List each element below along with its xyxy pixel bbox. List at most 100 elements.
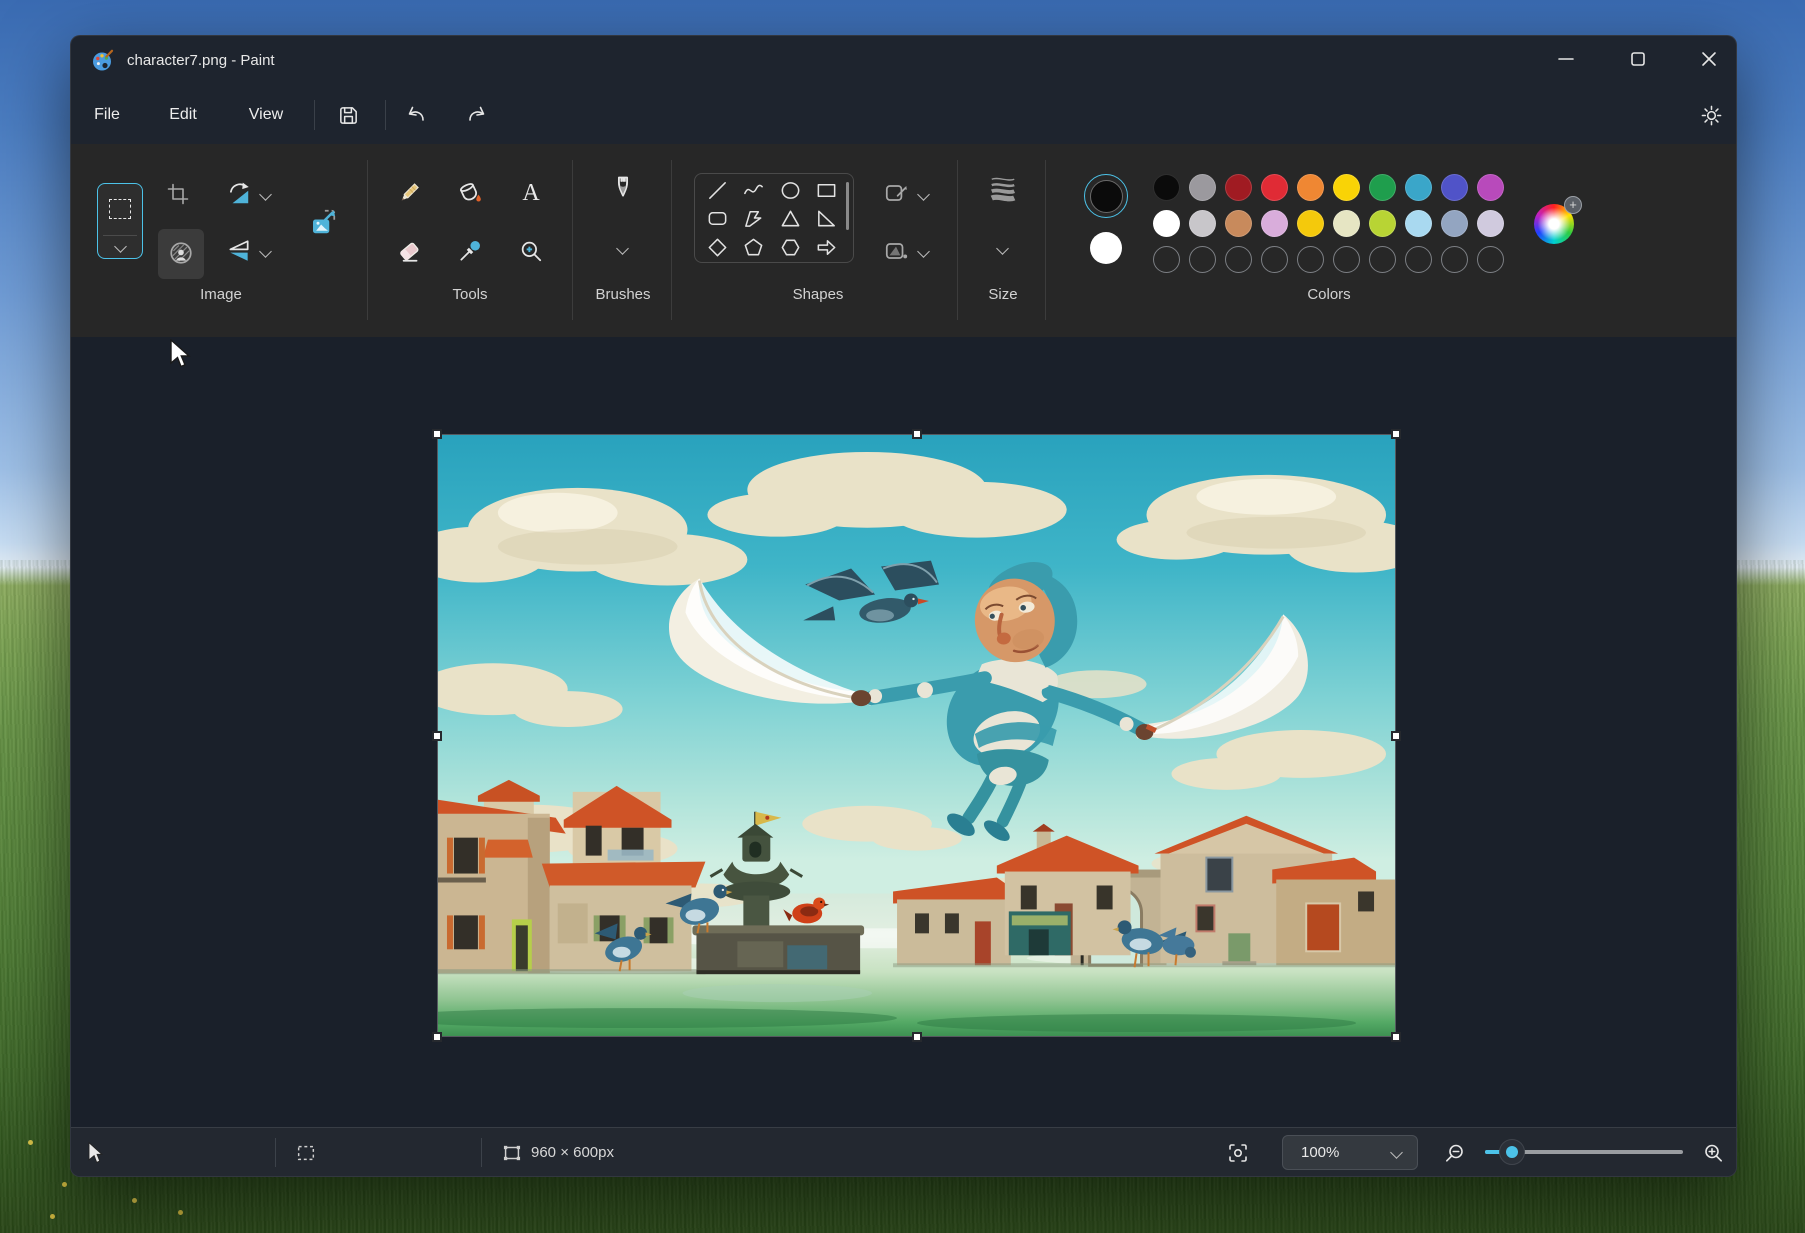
- pencil-icon[interactable]: [389, 173, 429, 213]
- shape-line[interactable]: [699, 176, 736, 205]
- shape-curve[interactable]: [736, 176, 773, 205]
- save-icon[interactable]: [330, 97, 366, 133]
- shape-pentagon[interactable]: [736, 233, 773, 262]
- undo-icon[interactable]: [398, 97, 434, 133]
- custom-color-slot[interactable]: [1297, 246, 1324, 273]
- chevron-down-icon[interactable]: [114, 240, 127, 253]
- shape-hexagon[interactable]: [772, 233, 809, 262]
- shape-oval[interactable]: [772, 176, 809, 205]
- chevron-down-icon[interactable]: [259, 188, 272, 201]
- custom-color-slot[interactable]: [1333, 246, 1360, 273]
- close-button[interactable]: [1686, 40, 1732, 78]
- color2-button[interactable]: [1090, 232, 1122, 264]
- zoom-slider-thumb[interactable]: [1499, 1139, 1525, 1165]
- chevron-down-icon[interactable]: [917, 245, 930, 258]
- color-swatch[interactable]: [1297, 210, 1324, 237]
- color1-button[interactable]: [1084, 174, 1128, 218]
- gear-icon[interactable]: [1693, 97, 1729, 133]
- color-swatch[interactable]: [1189, 210, 1216, 237]
- shape-outline-icon[interactable]: [876, 173, 916, 213]
- color-swatch[interactable]: [1261, 174, 1288, 201]
- magnifier-plus-icon[interactable]: [1701, 1128, 1725, 1177]
- selection-handle-middle-right[interactable]: [1391, 731, 1401, 741]
- color-swatch[interactable]: [1369, 174, 1396, 201]
- divider: [275, 1138, 276, 1167]
- selection-handle-middle-left[interactable]: [432, 731, 442, 741]
- shape-diamond[interactable]: [699, 233, 736, 262]
- fill-bucket-icon[interactable]: [450, 173, 490, 213]
- chevron-down-icon[interactable]: [616, 242, 629, 255]
- zoom-dropdown[interactable]: 100%: [1282, 1135, 1418, 1170]
- custom-color-slot[interactable]: [1189, 246, 1216, 273]
- selection-handle-bottom-center[interactable]: [912, 1032, 922, 1042]
- color-swatch[interactable]: [1153, 210, 1180, 237]
- custom-color-slot[interactable]: [1225, 246, 1252, 273]
- paint-palette-icon: [91, 49, 115, 73]
- menu-view[interactable]: View: [235, 100, 297, 130]
- color-swatch[interactable]: [1153, 174, 1180, 201]
- selection-handle-top-center[interactable]: [912, 429, 922, 439]
- shape-arrow-right[interactable]: [809, 233, 846, 262]
- redo-icon[interactable]: [459, 97, 495, 133]
- selection-handle-top-right[interactable]: [1391, 429, 1401, 439]
- selection-tool-button[interactable]: [97, 183, 143, 259]
- magnifier-icon[interactable]: [511, 231, 551, 271]
- canvas-image[interactable]: [437, 434, 1396, 1037]
- selection-handle-top-left[interactable]: [432, 429, 442, 439]
- shape-polygon[interactable]: [736, 205, 773, 234]
- color-swatch[interactable]: [1333, 174, 1360, 201]
- magnifier-minus-icon[interactable]: [1443, 1128, 1467, 1177]
- custom-color-slot[interactable]: [1153, 246, 1180, 273]
- menu-edit[interactable]: Edit: [155, 100, 211, 130]
- eraser-icon[interactable]: [389, 231, 429, 271]
- color-swatch[interactable]: [1333, 210, 1360, 237]
- color-swatch[interactable]: [1405, 174, 1432, 201]
- window-title: character7.png - Paint: [127, 36, 275, 86]
- brush-icon[interactable]: [603, 168, 643, 208]
- rotate-icon[interactable]: [219, 174, 259, 214]
- shape-rounded-rectangle[interactable]: [699, 205, 736, 234]
- color-picker-icon[interactable]: [450, 231, 490, 271]
- custom-color-slot[interactable]: [1477, 246, 1504, 273]
- stroke-size-icon[interactable]: [983, 168, 1023, 208]
- shapes-scrollbar[interactable]: [846, 182, 849, 230]
- color-swatch[interactable]: [1477, 174, 1504, 201]
- crop-icon[interactable]: [158, 174, 198, 214]
- color-swatch[interactable]: [1225, 210, 1252, 237]
- custom-color-slot[interactable]: [1369, 246, 1396, 273]
- chevron-down-icon[interactable]: [917, 188, 930, 201]
- flip-icon[interactable]: [219, 231, 259, 271]
- titlebar[interactable]: character7.png - Paint: [71, 36, 1736, 86]
- custom-color-slot[interactable]: [1441, 246, 1468, 273]
- shape-right-triangle[interactable]: [809, 205, 846, 234]
- fit-to-screen-icon[interactable]: [1226, 1128, 1250, 1177]
- color-swatch[interactable]: [1441, 210, 1468, 237]
- maximize-button[interactable]: [1615, 40, 1661, 78]
- color-swatch[interactable]: [1441, 174, 1468, 201]
- shape-triangle[interactable]: [772, 205, 809, 234]
- minimize-button[interactable]: [1543, 40, 1589, 78]
- zoom-slider[interactable]: [1485, 1150, 1683, 1154]
- shape-rectangle[interactable]: [809, 176, 846, 205]
- color-swatch[interactable]: [1225, 174, 1252, 201]
- color-swatch[interactable]: [1369, 210, 1396, 237]
- shape-fill-icon[interactable]: [876, 231, 916, 271]
- custom-color-slot[interactable]: [1405, 246, 1432, 273]
- color-swatch[interactable]: [1189, 174, 1216, 201]
- text-icon[interactable]: A: [511, 173, 551, 213]
- add-color-icon[interactable]: +: [1564, 196, 1582, 214]
- resize-icon[interactable]: [303, 202, 343, 242]
- color-swatch[interactable]: [1297, 174, 1324, 201]
- divider: [385, 100, 386, 130]
- menu-file[interactable]: File: [83, 100, 131, 130]
- chevron-down-icon[interactable]: [996, 242, 1009, 255]
- selection-handle-bottom-right[interactable]: [1391, 1032, 1401, 1042]
- village-character-illustration: [438, 435, 1395, 1036]
- selection-handle-bottom-left[interactable]: [432, 1032, 442, 1042]
- color-swatch[interactable]: [1405, 210, 1432, 237]
- color-swatch[interactable]: [1477, 210, 1504, 237]
- color-swatch[interactable]: [1261, 210, 1288, 237]
- custom-color-slot[interactable]: [1261, 246, 1288, 273]
- remove-background-button[interactable]: [158, 229, 204, 279]
- chevron-down-icon[interactable]: [259, 245, 272, 258]
